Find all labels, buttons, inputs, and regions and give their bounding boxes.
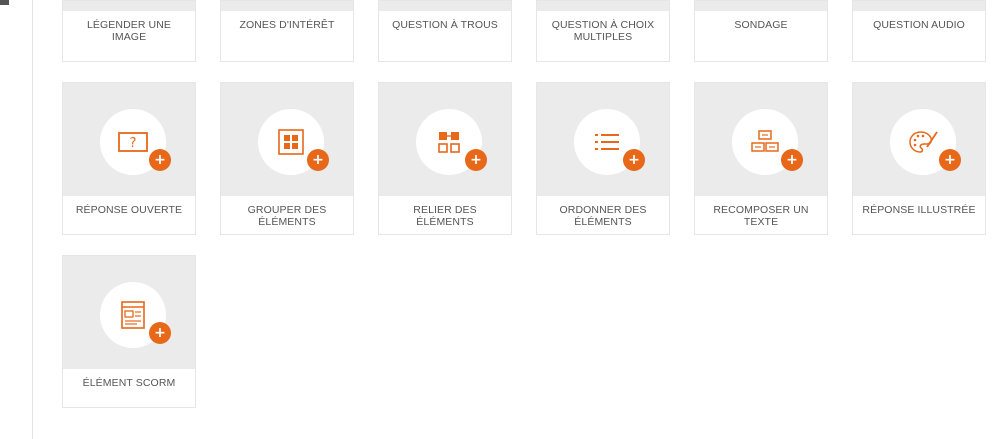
link-elements-icon [436,129,462,155]
card-label: QUESTION AUDIO [873,19,965,31]
add-icon[interactable]: + [307,149,329,171]
card-thumbnail [695,1,827,11]
card-thumbnail: + [853,83,985,196]
card-thumbnail [63,1,195,11]
card-thumbnail [221,1,353,11]
card-thumbnail: + [537,83,669,196]
card-thumbnail: + [221,83,353,196]
question-type-card[interactable]: QUESTION AUDIO [852,0,986,62]
left-divider [32,0,33,439]
card-label: ORDONNER DES ÉLÉMENTS [559,204,647,228]
open-question-icon: ? [117,130,149,154]
question-type-card[interactable]: ZONES D'INTÉRÊT [220,0,354,62]
add-icon[interactable]: + [781,149,803,171]
card-label: RÉPONSE ILLUSTRÉE [862,204,976,216]
question-type-card-open-answer[interactable]: ? + RÉPONSE OUVERTE [62,82,196,235]
icon-circle: + [100,282,171,348]
scorm-window-icon [120,300,146,330]
question-type-card[interactable]: SONDAGE [694,0,828,62]
icon-circle: + [732,109,803,175]
card-label: RECOMPOSER UN TEXTE [713,204,809,228]
card-thumbnail: ? + [63,83,195,196]
question-type-card-recompose-text[interactable]: + RECOMPOSER UN TEXTE [694,82,828,235]
question-type-card-group-elements[interactable]: + GROUPER DES ÉLÉMENTS [220,82,354,235]
add-icon[interactable]: + [149,322,171,344]
palette-icon [907,128,939,156]
card-thumbnail [853,1,985,11]
add-icon[interactable]: + [149,149,171,171]
question-type-card-illustrated-answer[interactable]: + RÉPONSE ILLUSTRÉE [852,82,986,235]
question-type-card-order-elements[interactable]: + ORDONNER DES ÉLÉMENTS [536,82,670,235]
card-label: SONDAGE [734,19,788,31]
icon-circle: + [258,109,329,175]
card-label: ÉLÉMENT SCORM [82,377,176,389]
card-thumbnail [537,1,669,11]
question-type-card[interactable]: QUESTION À TROUS [378,0,512,62]
card-thumbnail: + [63,256,195,369]
ordered-list-icon [593,131,621,153]
question-type-card-scorm[interactable]: + ÉLÉMENT SCORM [62,255,196,408]
card-label: RELIER DES ÉLÉMENTS [413,204,477,228]
recompose-text-icon [750,129,780,155]
card-label: QUESTION À TROUS [392,19,498,31]
question-type-grid: LÉGENDER UNE IMAGE ZONES D'INTÉRÊT QUEST… [62,0,986,408]
question-type-card[interactable]: LÉGENDER UNE IMAGE [62,0,196,62]
corner-mark [0,0,9,5]
card-thumbnail [379,1,511,11]
question-type-card[interactable]: QUESTION À CHOIX MULTIPLES [536,0,670,62]
icon-circle: ? + [100,109,171,175]
icon-circle: + [416,109,487,175]
svg-text:?: ? [130,136,137,151]
card-label: GROUPER DES ÉLÉMENTS [247,204,327,228]
card-thumbnail: + [695,83,827,196]
add-icon[interactable]: + [939,149,961,171]
icon-circle: + [574,109,645,175]
add-icon[interactable]: + [623,149,645,171]
card-thumbnail: + [379,83,511,196]
icon-circle: + [890,109,961,175]
grid-group-icon [277,128,305,156]
question-type-card-link-elements[interactable]: + RELIER DES ÉLÉMENTS [378,82,512,235]
card-label: QUESTION À CHOIX MULTIPLES [551,19,655,43]
card-label: RÉPONSE OUVERTE [75,204,183,216]
card-label: ZONES D'INTÉRÊT [239,19,335,31]
add-icon[interactable]: + [465,149,487,171]
card-label: LÉGENDER UNE IMAGE [86,19,172,43]
